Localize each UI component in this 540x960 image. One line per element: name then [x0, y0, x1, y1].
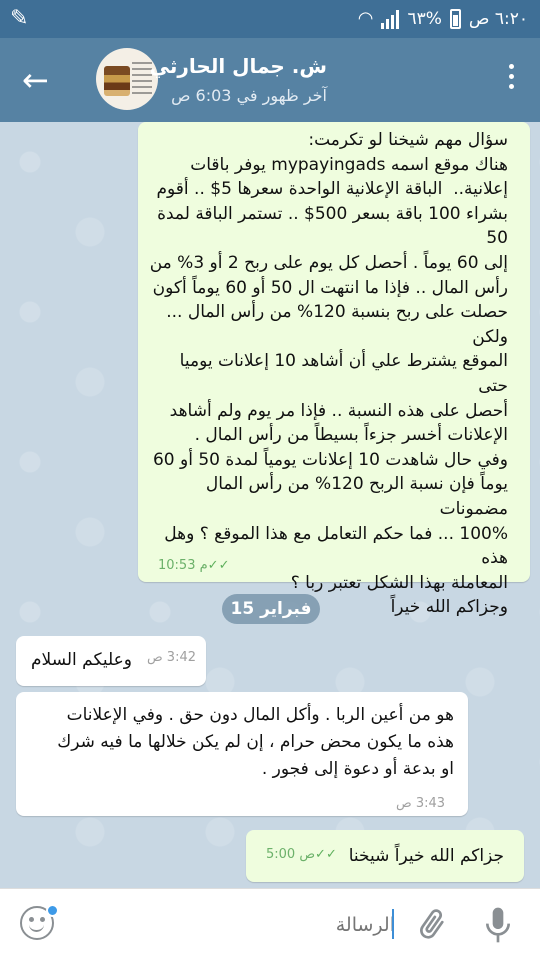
read-ticks-icon: ✓✓: [315, 847, 341, 862]
contact-name[interactable]: ش. جمال الحارثي: [150, 54, 327, 78]
menu-icon[interactable]: [509, 64, 514, 89]
message-text: سؤال مهم شيخنا لو تكرمت: هناك موقع اسمه …: [149, 130, 508, 618]
message-bubble[interactable]: سؤال مهم شيخنا لو تكرمت: هناك موقع اسمه …: [138, 122, 530, 617]
wifi-icon: ◠: [357, 8, 374, 29]
read-ticks-icon: ✓✓: [207, 558, 234, 573]
last-seen: آخر ظهور في 6:03 ص: [171, 86, 327, 105]
chat-area[interactable]: سؤال مهم شيخنا لو تكرمت: هناك موقع اسمه …: [0, 122, 540, 888]
status-bar: ✎ ◠ ٦٣% ٦:٢٠ ص: [0, 0, 540, 38]
signal-icon: [381, 9, 400, 29]
chat-header: ← ش. جمال الحارثي آخر ظهور في 6:03 ص: [0, 38, 540, 122]
message-text: جزاكم الله خيراً شيخنا: [348, 846, 504, 866]
date-separator: فبراير 15: [222, 594, 320, 624]
message-bubble[interactable]: وعليكم السلام 3:42 ص: [16, 636, 206, 686]
notification-dot: [46, 904, 59, 917]
message-time: 3:42 ص: [146, 650, 196, 665]
pencil-icon: ✎: [10, 6, 29, 31]
back-arrow-icon[interactable]: ←: [22, 60, 49, 100]
message-bubble[interactable]: جزاكم الله خيراً شيخنا 5:00 ص✓✓: [246, 830, 524, 882]
message-bubble[interactable]: هو من أعين الربا . وأكل المال دون حق . و…: [16, 692, 468, 816]
message-text: وعليكم السلام: [31, 650, 132, 670]
message-time: 3:43 ص: [396, 796, 446, 811]
battery-icon: [449, 8, 461, 29]
avatar-books: [104, 66, 130, 96]
battery-percent: ٦٣%: [407, 8, 442, 29]
text-cursor: [392, 909, 394, 939]
message-time: 10:53 م✓✓: [158, 558, 234, 573]
mic-icon[interactable]: [482, 905, 514, 945]
attach-icon[interactable]: [414, 905, 450, 945]
message-input[interactable]: [260, 909, 395, 941]
message-time: 5:00 ص✓✓: [266, 847, 341, 862]
clock: ٦:٢٠ ص: [468, 8, 528, 29]
message-text: هو من أعين الربا . وأكل المال دون حق . و…: [57, 705, 454, 779]
input-bar: [0, 888, 540, 960]
